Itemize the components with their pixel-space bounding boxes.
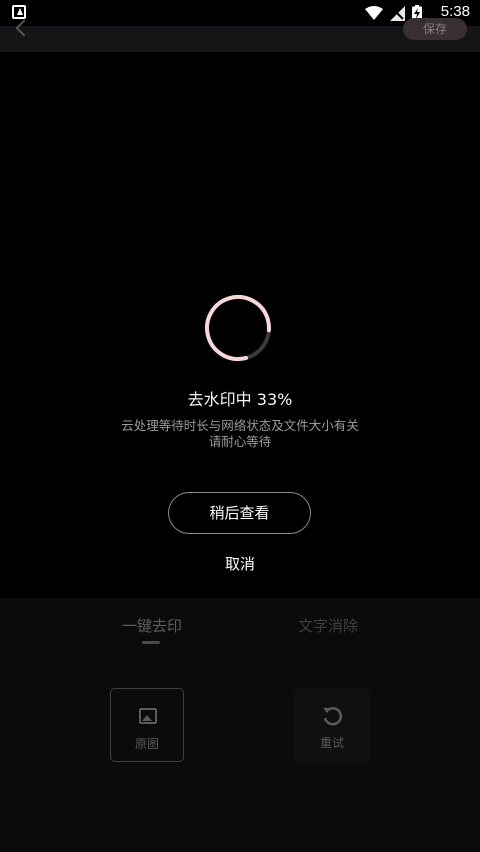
tab-one-click-remove[interactable]: 一键去印: [122, 615, 182, 636]
tab-text-remove[interactable]: 文字消除: [298, 615, 358, 636]
tool-panel: [0, 598, 480, 852]
save-button[interactable]: 保存: [403, 18, 467, 40]
wifi-icon: [365, 6, 383, 20]
signal-off-icon: [390, 5, 405, 21]
retry-label: 重试: [319, 736, 344, 750]
image-icon: [139, 708, 157, 724]
retry-button[interactable]: 重试: [294, 688, 370, 764]
tab-active-indicator: [142, 641, 160, 644]
app-notification-icon: [12, 5, 26, 19]
view-later-button[interactable]: 稍后查看: [168, 492, 311, 534]
progress-title: 去水印中 33%: [187, 390, 293, 409]
progress-note-line2: 请耐心等待: [208, 434, 272, 449]
original-image-label: 原图: [134, 737, 159, 751]
progress-note: 云处理等待时长与网络状态及文件大小有关 请耐心等待: [0, 418, 480, 450]
refresh-icon: [323, 707, 343, 726]
progress-spinner: [205, 295, 271, 361]
spinner-arc: [205, 295, 271, 361]
cancel-button[interactable]: 取消: [0, 553, 480, 574]
original-image-button[interactable]: 原图: [110, 688, 184, 762]
progress-note-line1: 云处理等待时长与网络状态及文件大小有关: [121, 418, 359, 433]
